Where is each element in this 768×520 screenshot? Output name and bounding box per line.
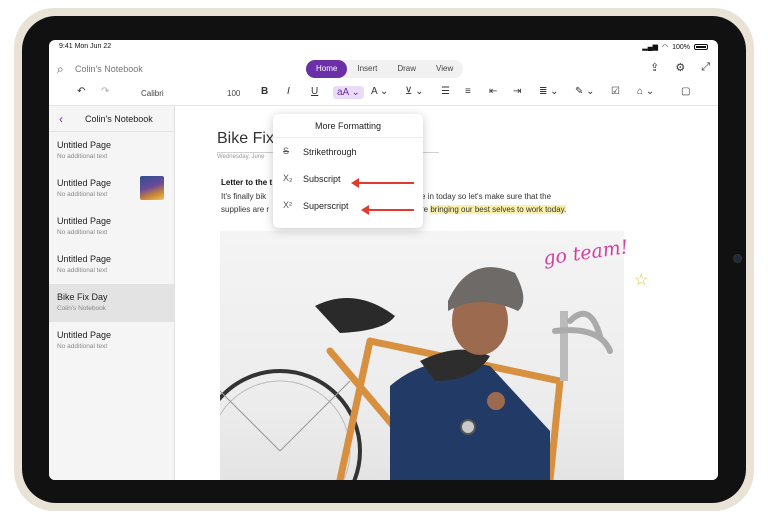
subscript-icon: X₂ — [283, 173, 293, 183]
strikethrough-item[interactable]: S Strikethrough — [273, 138, 423, 165]
checkbox-icon[interactable]: ☑ — [611, 86, 620, 97]
search-icon[interactable]: ⌕ — [57, 62, 64, 77]
tab-home[interactable]: Home — [306, 60, 348, 78]
page-title: Untitled Page — [57, 330, 112, 340]
notebook-name[interactable]: Colin's Notebook — [75, 64, 143, 74]
page-item[interactable]: Untitled Page No additional text — [49, 246, 174, 284]
strikethrough-icon: S — [283, 146, 290, 156]
page-title: Untitled Page — [57, 216, 112, 226]
highlighted-text[interactable]: bringing our best selves to work today. — [430, 205, 567, 214]
page-list-sidebar: ‹ Colin's Notebook Untitled Page No addi… — [49, 106, 175, 480]
page-item[interactable]: Untitled Page No additional text — [49, 170, 174, 208]
bike-photo[interactable] — [220, 231, 624, 480]
tab-insert[interactable]: Insert — [347, 60, 387, 78]
letter-heading[interactable]: Letter to the t — [221, 178, 272, 187]
font-family-select[interactable]: Calibri — [141, 89, 164, 98]
wifi-icon: ◠ — [661, 44, 669, 51]
font-color-icon[interactable]: A ⌄ — [371, 86, 388, 97]
tab-draw[interactable]: Draw — [387, 60, 426, 78]
star-icon: ☆ — [634, 272, 649, 289]
battery-percent: 100% — [672, 43, 690, 51]
numbering-icon[interactable]: ≡ — [465, 86, 471, 97]
page-item[interactable]: Untitled Page No additional text — [49, 322, 174, 360]
undo-icon[interactable]: ↶ — [77, 86, 85, 97]
ribbon-tabs: Home Insert Draw View — [306, 60, 464, 78]
highlight-icon[interactable]: ⊻ ⌄ — [405, 86, 423, 97]
title-bar: ⌕ Colin's Notebook Home Insert Draw View… — [49, 56, 718, 82]
bike-photo-illustration — [220, 267, 613, 480]
subscript-item[interactable]: X₂ Subscript — [273, 165, 423, 192]
strikethrough-label: Strikethrough — [303, 147, 357, 157]
page-subtitle: No additional text — [57, 229, 108, 236]
app-screen: 9:41 Mon Jun 22 ▂▄▆ ◠ 100% ⌕ Colin's Not… — [49, 40, 718, 480]
signal-icon: ▂▄▆ — [642, 44, 658, 51]
indent-icon[interactable]: ⇥ — [513, 86, 521, 97]
outdent-icon[interactable]: ⇤ — [489, 86, 497, 97]
settings-icon[interactable]: ⚙ — [675, 61, 685, 74]
body-text-line-1[interactable]: It's finally bik — [221, 192, 266, 201]
menu-title: More Formatting — [273, 114, 423, 138]
underline-icon[interactable]: U — [311, 86, 318, 97]
bold-icon[interactable]: B — [261, 86, 268, 97]
page-item-active[interactable]: Bike Fix Day Colin's Notebook — [49, 284, 174, 322]
redo-icon[interactable]: ↷ — [101, 86, 109, 97]
sidebar-title: Colin's Notebook — [85, 114, 153, 124]
body-text-line-2[interactable]: supplies are r — [221, 205, 269, 214]
page-item[interactable]: Untitled Page No additional text — [49, 132, 174, 170]
italic-icon[interactable]: I — [287, 86, 290, 97]
back-chevron-icon[interactable]: ‹ — [59, 112, 63, 126]
sidebar-header: ‹ Colin's Notebook — [49, 106, 174, 132]
superscript-icon: X² — [283, 200, 292, 210]
page-subtitle: No additional text — [57, 343, 108, 350]
sticky-note-icon[interactable]: ▢ — [681, 86, 690, 97]
page-subtitle: No additional text — [57, 153, 108, 160]
page-title: Untitled Page — [57, 140, 112, 150]
page-subtitle: Colin's Notebook — [57, 305, 106, 312]
expand-icon[interactable]: ⤢ — [701, 61, 710, 74]
font-size-select[interactable]: 100 — [227, 89, 240, 98]
align-icon[interactable]: ≣ ⌄ — [539, 86, 559, 97]
battery-icon — [694, 44, 708, 50]
page-subtitle: No additional text — [57, 267, 108, 274]
formatting-toolbar: ↶ ↷ Calibri 100 B I U aA ⌄ A ⌄ ⊻ ⌄ ☰ ≡ ⇤… — [49, 82, 718, 106]
status-bar: 9:41 Mon Jun 22 ▂▄▆ ◠ 100% — [49, 40, 718, 54]
tag-icon[interactable]: ⌂ ⌄ — [637, 86, 654, 97]
page-thumbnail — [140, 176, 164, 200]
arrow-annotation-subscript — [351, 178, 414, 188]
arrow-annotation-superscript — [361, 205, 414, 215]
styles-icon[interactable]: ✎ ⌄ — [575, 86, 595, 97]
superscript-item[interactable]: X² Superscript — [273, 192, 423, 219]
tab-view[interactable]: View — [426, 60, 463, 78]
share-icon[interactable]: ⇪ — [650, 61, 659, 74]
more-formatting-button[interactable]: aA ⌄ — [333, 86, 364, 99]
bullets-icon[interactable]: ☰ — [441, 86, 450, 97]
superscript-label: Superscript — [303, 201, 349, 211]
camera-icon — [733, 254, 742, 263]
page-title: Untitled Page — [57, 254, 112, 264]
page-date: Wednesday, June — [217, 154, 265, 160]
page-canvas[interactable]: Bike Fix Wednesday, June Letter to the t… — [175, 106, 718, 480]
page-title: Bike Fix Day — [57, 292, 108, 302]
page-item[interactable]: Untitled Page No additional text — [49, 208, 174, 246]
page-heading[interactable]: Bike Fix — [217, 130, 274, 148]
status-time: 9:41 — [59, 43, 73, 50]
subscript-label: Subscript — [303, 174, 341, 184]
status-date: Mon Jun 22 — [74, 43, 112, 50]
